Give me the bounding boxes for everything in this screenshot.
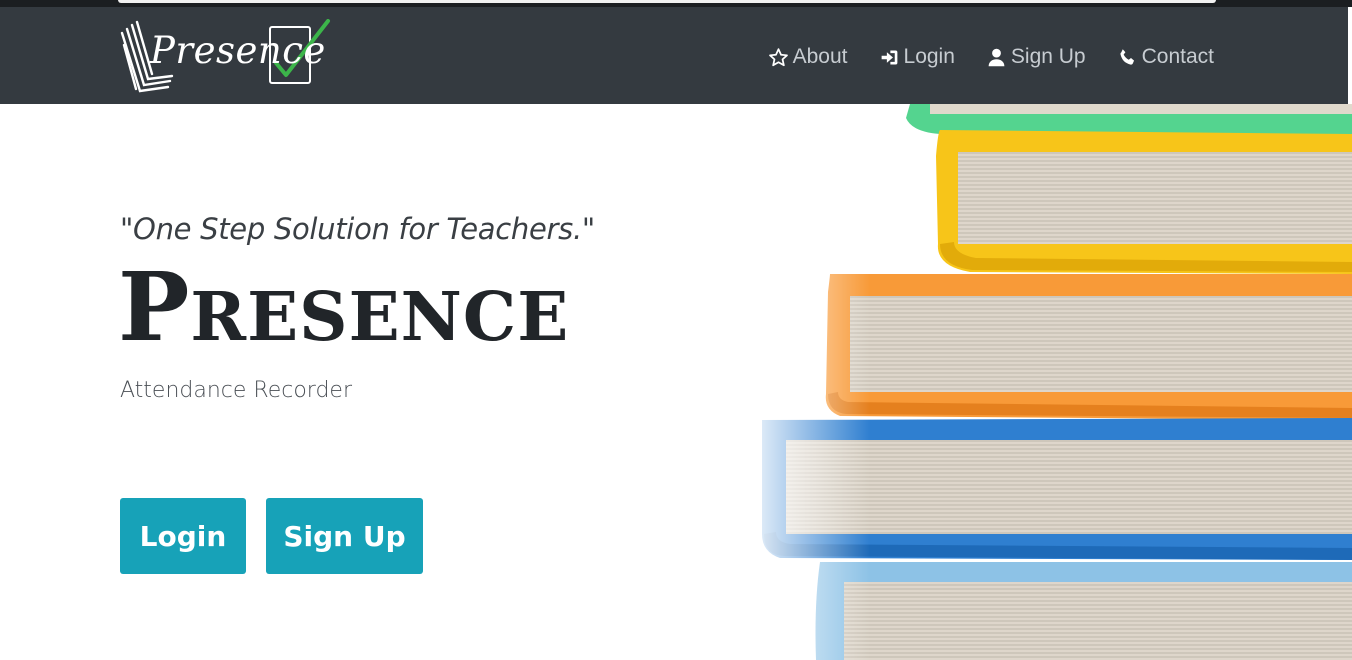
- brand-name: Presence: [150, 29, 326, 72]
- nav-about-link[interactable]: About: [768, 45, 848, 69]
- nav-login-label: Login: [903, 45, 955, 68]
- hero-title: Presence: [118, 252, 570, 363]
- nav-contact-link[interactable]: Contact: [1117, 45, 1214, 69]
- nav-about-label: About: [792, 45, 848, 68]
- hero-subtitle: Attendance Recorder: [120, 378, 352, 403]
- nav-contact-label: Contact: [1141, 45, 1214, 68]
- hero-tagline: "One Step Solution for Teachers.": [120, 212, 595, 246]
- hero-section: "One Step Solution for Teachers." Presen…: [0, 104, 1352, 660]
- nav-signup-link[interactable]: Sign Up: [986, 45, 1086, 69]
- user-icon: [986, 47, 1007, 68]
- login-button[interactable]: Login: [120, 498, 246, 574]
- navbar: Presence About Login Sign Up Contact: [0, 7, 1352, 104]
- phone-icon: [1117, 47, 1138, 68]
- sign-in-icon: [879, 47, 900, 68]
- star-outline-icon: [768, 47, 789, 68]
- signup-button[interactable]: Sign Up: [266, 498, 423, 574]
- tab-strip: [118, 0, 1216, 3]
- scrollbar-edge: [1348, 7, 1352, 104]
- stacked-books-image: [740, 104, 1352, 660]
- nav-links: About Login Sign Up Contact: [768, 43, 1214, 71]
- nav-login-link[interactable]: Login: [879, 45, 955, 69]
- brand-logo-link[interactable]: Presence: [118, 19, 333, 93]
- window-top-strip: [0, 0, 1352, 7]
- nav-signup-label: Sign Up: [1010, 45, 1086, 68]
